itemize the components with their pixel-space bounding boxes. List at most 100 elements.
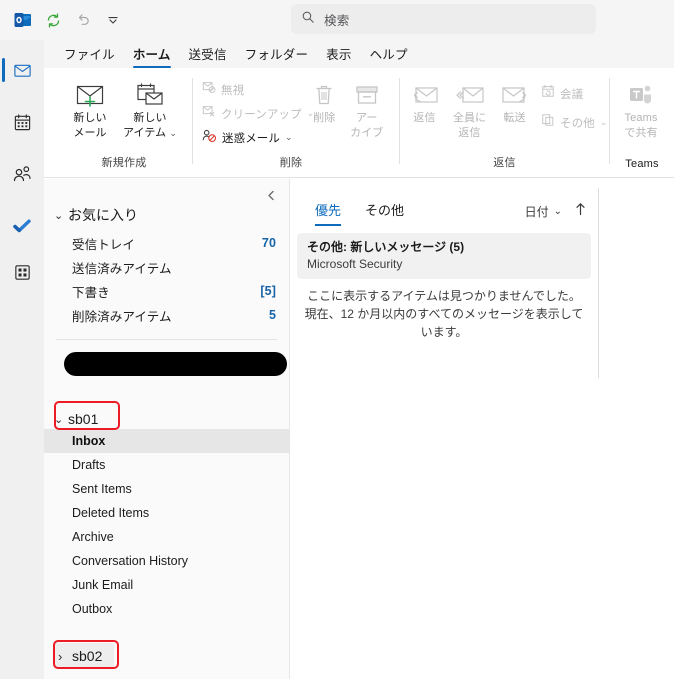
ribbon-group-new: 新しい メール 新しい アイテム ⌄ 新規作成 bbox=[60, 68, 188, 178]
folder-inbox-fav-count: 70 bbox=[261, 236, 276, 250]
chevron-down-icon[interactable]: ⌄ bbox=[54, 209, 66, 222]
account-sb02[interactable]: › sb02 bbox=[54, 643, 114, 669]
meeting-button[interactable]: 会議 bbox=[537, 83, 607, 104]
folder-outbox[interactable]: Outbox bbox=[44, 597, 290, 621]
sync-icon[interactable] bbox=[39, 6, 67, 34]
junk-mail-icon bbox=[202, 128, 217, 148]
folder-drafts-fav[interactable]: 下書き [5] bbox=[44, 279, 290, 303]
message-list-item[interactable]: その他: 新しいメッセージ (5) Microsoft Security bbox=[297, 233, 591, 279]
more-icon bbox=[541, 113, 555, 132]
reply-all-icon bbox=[454, 78, 486, 110]
favorites-list: 受信トレイ 70 送信済みアイテム 下書き [5] 削除済みアイテム 5 bbox=[44, 231, 290, 327]
folder-junk-email[interactable]: Junk Email bbox=[44, 573, 290, 597]
reply-button[interactable]: 返信 bbox=[402, 74, 447, 152]
folder-outbox-label: Outbox bbox=[72, 602, 113, 616]
junk-mail-button[interactable]: 迷惑メール ⌄ bbox=[198, 127, 303, 148]
folder-drafts[interactable]: Drafts bbox=[44, 453, 290, 477]
teams-icon bbox=[626, 78, 656, 110]
rail-item-people[interactable] bbox=[0, 152, 44, 196]
ribbon-group-teams: Teams で共有 Teams bbox=[611, 68, 673, 178]
tab-home[interactable]: ホーム bbox=[124, 41, 180, 68]
sort-control[interactable]: 日付 ⌄ bbox=[525, 203, 562, 220]
collapse-folder-pane-button[interactable] bbox=[261, 185, 281, 205]
more-respond-label: その他 bbox=[560, 117, 595, 130]
cleanup-button[interactable]: クリーンアップ ⌄ bbox=[198, 103, 314, 124]
ribbon-group-delete: 無視 クリーンアップ ⌄ 迷惑メール ⌄ 削除 アー カイブ 削除 bbox=[194, 68, 388, 178]
forward-button[interactable]: 転送 bbox=[492, 74, 537, 152]
reading-pane bbox=[599, 179, 674, 679]
account-sb01-label: sb01 bbox=[68, 411, 99, 427]
folder-deleted-fav-count: 5 bbox=[268, 308, 276, 322]
folder-archive[interactable]: Archive bbox=[44, 525, 290, 549]
search-box[interactable]: 検索 bbox=[291, 4, 596, 34]
reply-all-button[interactable]: 全員に 返信 bbox=[447, 74, 492, 152]
folder-pane-divider bbox=[56, 339, 277, 340]
folder-deleted-items[interactable]: Deleted Items bbox=[44, 501, 290, 525]
new-items-label-2-text: アイテム bbox=[122, 127, 167, 139]
chevron-down-icon[interactable]: ⌄ bbox=[169, 128, 177, 138]
tab-folder[interactable]: フォルダー bbox=[236, 41, 318, 67]
chevron-down-icon[interactable]: ⌄ bbox=[554, 206, 562, 217]
folder-deleted-fav-label: 削除済みアイテム bbox=[72, 309, 172, 324]
folder-sent-items[interactable]: Sent Items bbox=[44, 477, 290, 501]
ribbon-separator-1 bbox=[192, 78, 193, 164]
arrow-up-icon[interactable] bbox=[575, 202, 586, 219]
reply-icon bbox=[409, 78, 441, 110]
folder-drafts-label: Drafts bbox=[72, 458, 106, 472]
undo-icon[interactable] bbox=[69, 6, 97, 34]
folder-junk-email-label: Junk Email bbox=[72, 578, 134, 592]
ribbon-separator-2 bbox=[399, 78, 400, 164]
customize-chevron-icon[interactable] bbox=[99, 6, 127, 34]
rail-item-todo[interactable] bbox=[0, 204, 44, 248]
rail-item-apps[interactable] bbox=[0, 250, 44, 294]
new-mail-label-1: 新しい bbox=[73, 112, 107, 124]
ignore-label: 無視 bbox=[221, 84, 245, 97]
redacted-account-bar bbox=[64, 352, 287, 376]
favorites-header[interactable]: ⌄ お気に入り bbox=[54, 205, 138, 225]
folder-drafts-fav-count: [5] bbox=[260, 284, 276, 298]
folder-conversation-history[interactable]: Conversation History bbox=[44, 549, 290, 573]
ribbon-separator-3 bbox=[609, 78, 610, 164]
ignore-icon bbox=[202, 80, 216, 99]
trash-icon bbox=[311, 78, 337, 110]
chevron-down-icon[interactable]: ⌄ bbox=[54, 413, 66, 426]
chevron-right-icon[interactable]: › bbox=[58, 649, 70, 664]
share-to-teams-label-1: Teams bbox=[624, 112, 658, 124]
archive-button[interactable]: アー カイブ bbox=[346, 74, 389, 152]
delete-button[interactable]: 削除 bbox=[303, 74, 346, 152]
message-subject: その他: 新しいメッセージ (5) bbox=[307, 240, 465, 254]
more-respond-button[interactable]: その他 ⌄ bbox=[537, 112, 607, 133]
new-items-icon bbox=[133, 78, 167, 110]
new-mail-button[interactable]: 新しい メール bbox=[60, 74, 120, 152]
ribbon-group-delete-label: 削除 bbox=[279, 157, 303, 169]
forward-icon bbox=[499, 78, 531, 110]
archive-label-1: アー bbox=[355, 112, 378, 124]
tab-other[interactable]: その他 bbox=[365, 200, 404, 226]
cleanup-label: クリーンアップ bbox=[221, 108, 302, 121]
chevron-down-icon[interactable]: ⌄ bbox=[600, 117, 608, 128]
outlook-logo-icon bbox=[9, 6, 37, 34]
account-sb02-label: sb02 bbox=[72, 648, 103, 664]
share-to-teams-button[interactable]: Teams で共有 bbox=[611, 74, 671, 152]
tab-help[interactable]: ヘルプ bbox=[361, 41, 417, 67]
cleanup-icon bbox=[202, 104, 216, 123]
title-bar: 検索 bbox=[0, 0, 674, 40]
folder-sent-fav[interactable]: 送信済みアイテム bbox=[44, 255, 290, 279]
tab-view[interactable]: 表示 bbox=[317, 41, 360, 67]
tab-focused[interactable]: 優先 bbox=[315, 200, 342, 226]
folder-inbox-fav[interactable]: 受信トレイ 70 bbox=[44, 231, 290, 255]
folder-deleted-fav[interactable]: 削除済みアイテム 5 bbox=[44, 303, 290, 327]
rail-item-calendar[interactable] bbox=[0, 100, 44, 144]
rail-item-mail[interactable] bbox=[0, 48, 44, 92]
tab-file[interactable]: ファイル bbox=[55, 41, 124, 67]
tab-send-receive[interactable]: 送受信 bbox=[180, 41, 236, 67]
chevron-down-icon[interactable]: ⌄ bbox=[285, 132, 293, 143]
folder-inbox[interactable]: Inbox bbox=[44, 429, 290, 453]
ribbon-group-respond-label: 返信 bbox=[493, 157, 516, 169]
quick-access-toolbar bbox=[0, 6, 127, 34]
meeting-label: 会議 bbox=[560, 88, 584, 101]
reply-label-1: 返信 bbox=[413, 112, 436, 124]
new-items-label-2: アイテム ⌄ bbox=[123, 127, 177, 140]
new-items-button[interactable]: 新しい アイテム ⌄ bbox=[120, 74, 180, 152]
ignore-button[interactable]: 無視 bbox=[198, 79, 303, 100]
